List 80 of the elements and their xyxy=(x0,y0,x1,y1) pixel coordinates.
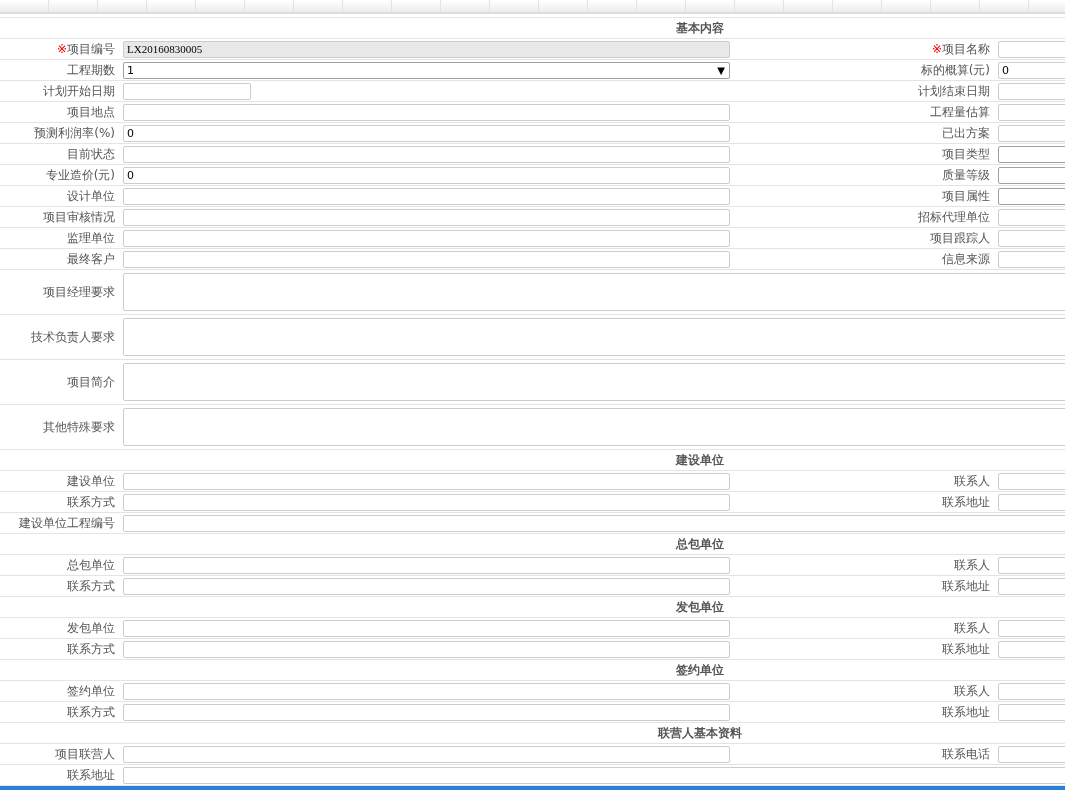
input-field[interactable]: LX20160830005 xyxy=(123,40,730,58)
field-label: 联系地址 xyxy=(66,766,116,784)
input-field[interactable] xyxy=(123,187,730,205)
section-title: 联营人基本资料 xyxy=(658,724,742,742)
field-label: 已出方案 xyxy=(941,124,991,142)
input-field[interactable] xyxy=(123,103,730,121)
field-label: 工程期数 xyxy=(66,61,116,79)
section-title: 建设单位 xyxy=(676,451,724,469)
input-field[interactable] xyxy=(123,514,1065,532)
input-field[interactable] xyxy=(123,145,730,163)
field-label: 项目联营人 xyxy=(54,745,116,763)
input-field[interactable] xyxy=(123,703,730,721)
text-area[interactable] xyxy=(123,363,1065,401)
field-label: 联系方式 xyxy=(66,577,116,595)
field-label: 联系地址 xyxy=(941,640,991,658)
input-field[interactable] xyxy=(123,493,730,511)
section-title: 总包单位 xyxy=(676,535,724,553)
field-label: 专业造价(元) xyxy=(44,166,116,184)
field-label: 标的概算(元) xyxy=(919,61,991,79)
field-label: 预测利润率(%) xyxy=(33,124,116,142)
text-area[interactable] xyxy=(123,408,1065,446)
field-label: 项目地点 xyxy=(66,103,116,121)
field-label: 联系电话 xyxy=(941,745,991,763)
field-label: 设计单位 xyxy=(66,187,116,205)
field-label: 招标代理单位 xyxy=(917,208,991,226)
field-label: 最终客户 xyxy=(66,250,116,268)
field-label: 项目简介 xyxy=(66,373,116,391)
field-label: 联系方式 xyxy=(66,493,116,511)
field-label: 联系地址 xyxy=(941,703,991,721)
field-label: 监理单位 xyxy=(66,229,116,247)
field-label: 项目跟踪人 xyxy=(929,229,991,247)
section-title: 发包单位 xyxy=(676,598,724,616)
section-title: 签约单位 xyxy=(676,661,724,679)
field-label: 签约单位 xyxy=(66,682,116,700)
input-field[interactable]: 0 xyxy=(123,166,730,184)
input-field[interactable] xyxy=(123,640,730,658)
field-label: 联系方式 xyxy=(66,640,116,658)
input-field[interactable]: 0 xyxy=(998,61,1065,79)
field-label: ※项目编号 xyxy=(55,40,116,58)
input-field[interactable] xyxy=(123,229,730,247)
field-label: 建设单位 xyxy=(66,472,116,490)
caret-icon: ▼ xyxy=(717,64,725,76)
field-label: 联系人 xyxy=(953,472,991,490)
field-label: 项目审核情况 xyxy=(42,208,116,226)
input-field[interactable] xyxy=(123,745,730,763)
field-label: 项目属性 xyxy=(941,187,991,205)
field-label: 其他特殊要求 xyxy=(42,418,116,436)
field-label: 项目类型 xyxy=(941,145,991,163)
dropdown-field[interactable]: 1 ▼ xyxy=(123,61,730,79)
field-label: 联系方式 xyxy=(66,703,116,721)
field-label: 总包单位 xyxy=(66,556,116,574)
field-label: 计划开始日期 xyxy=(42,82,116,100)
input-field[interactable] xyxy=(123,472,730,490)
field-label: 联系人 xyxy=(953,556,991,574)
field-label: 发包单位 xyxy=(66,619,116,637)
field-label: ※项目名称 xyxy=(930,40,991,58)
input-field[interactable] xyxy=(123,556,730,574)
text-area[interactable] xyxy=(123,318,1065,356)
field-label: 项目经理要求 xyxy=(42,283,116,301)
field-label: 建设单位工程编号 xyxy=(18,514,116,532)
input-field[interactable] xyxy=(123,619,730,637)
input-field[interactable] xyxy=(123,682,730,700)
field-label: 目前状态 xyxy=(66,145,116,163)
text-area[interactable] xyxy=(123,273,1065,311)
field-label: 联系人 xyxy=(953,682,991,700)
field-label: 计划结束日期 xyxy=(917,82,991,100)
input-field[interactable] xyxy=(123,766,1065,784)
section-title: 基本内容 xyxy=(676,19,724,37)
field-label: 工程量估算 xyxy=(929,103,991,121)
input-field[interactable] xyxy=(123,250,730,268)
field-label: 联系地址 xyxy=(941,493,991,511)
input-field[interactable] xyxy=(123,82,251,100)
input-field[interactable] xyxy=(123,577,730,595)
field-label: 技术负责人要求 xyxy=(30,328,116,346)
field-label: 信息来源 xyxy=(941,250,991,268)
input-field[interactable] xyxy=(123,208,730,226)
field-label: 联系地址 xyxy=(941,577,991,595)
field-label: 质量等级 xyxy=(941,166,991,184)
input-field[interactable]: 0 xyxy=(123,124,730,142)
field-label: 联系人 xyxy=(953,619,991,637)
